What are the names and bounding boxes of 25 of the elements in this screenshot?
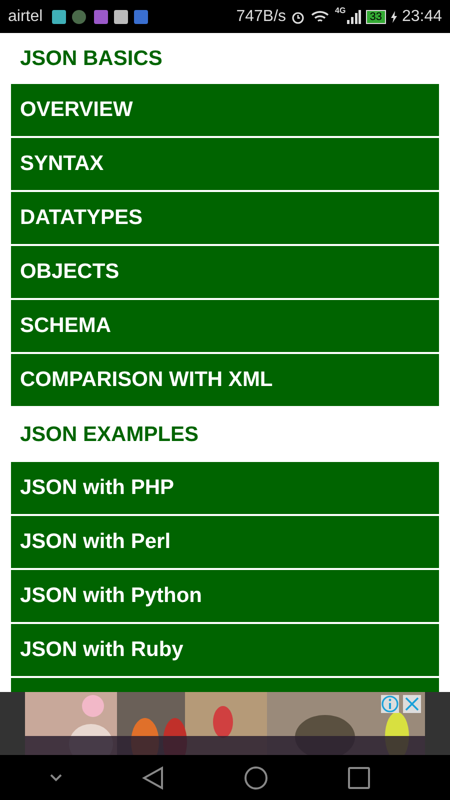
menu-item[interactable]: JSON with Perl xyxy=(11,516,439,568)
chevron-down-icon[interactable] xyxy=(50,774,62,782)
home-icon[interactable] xyxy=(244,766,268,790)
charging-icon xyxy=(390,10,397,22)
menu-item[interactable]: SYNTAX xyxy=(11,138,439,190)
section-heading: JSON BASICS xyxy=(19,46,164,72)
menu-item[interactable]: JSON with Python xyxy=(11,570,439,622)
menu-item[interactable]: COMPARISON WITH XML xyxy=(11,354,439,406)
network-type: 4G xyxy=(335,6,346,15)
battery-level: 33 xyxy=(366,10,386,24)
back-icon[interactable] xyxy=(142,766,164,790)
menu-item[interactable]: JSON with PHP xyxy=(11,462,439,514)
recents-icon[interactable] xyxy=(348,766,370,788)
section-heading: JSON EXAMPLES xyxy=(19,422,200,448)
menu-item[interactable]: JSON with Ruby xyxy=(11,624,439,676)
clock: 23:44 xyxy=(402,8,442,26)
menu-item[interactable]: DATATYPES xyxy=(11,192,439,244)
carrier-name: airtel xyxy=(8,8,43,26)
network-speed: 747B/s xyxy=(236,8,286,26)
signal-icon xyxy=(346,10,361,24)
menu-item[interactable]: SCHEMA xyxy=(11,300,439,352)
alarm-icon xyxy=(291,10,306,24)
wifi-icon xyxy=(310,10,330,24)
menu-item[interactable]: OBJECTS xyxy=(11,246,439,298)
menu-item[interactable]: OVERVIEW xyxy=(11,84,439,136)
